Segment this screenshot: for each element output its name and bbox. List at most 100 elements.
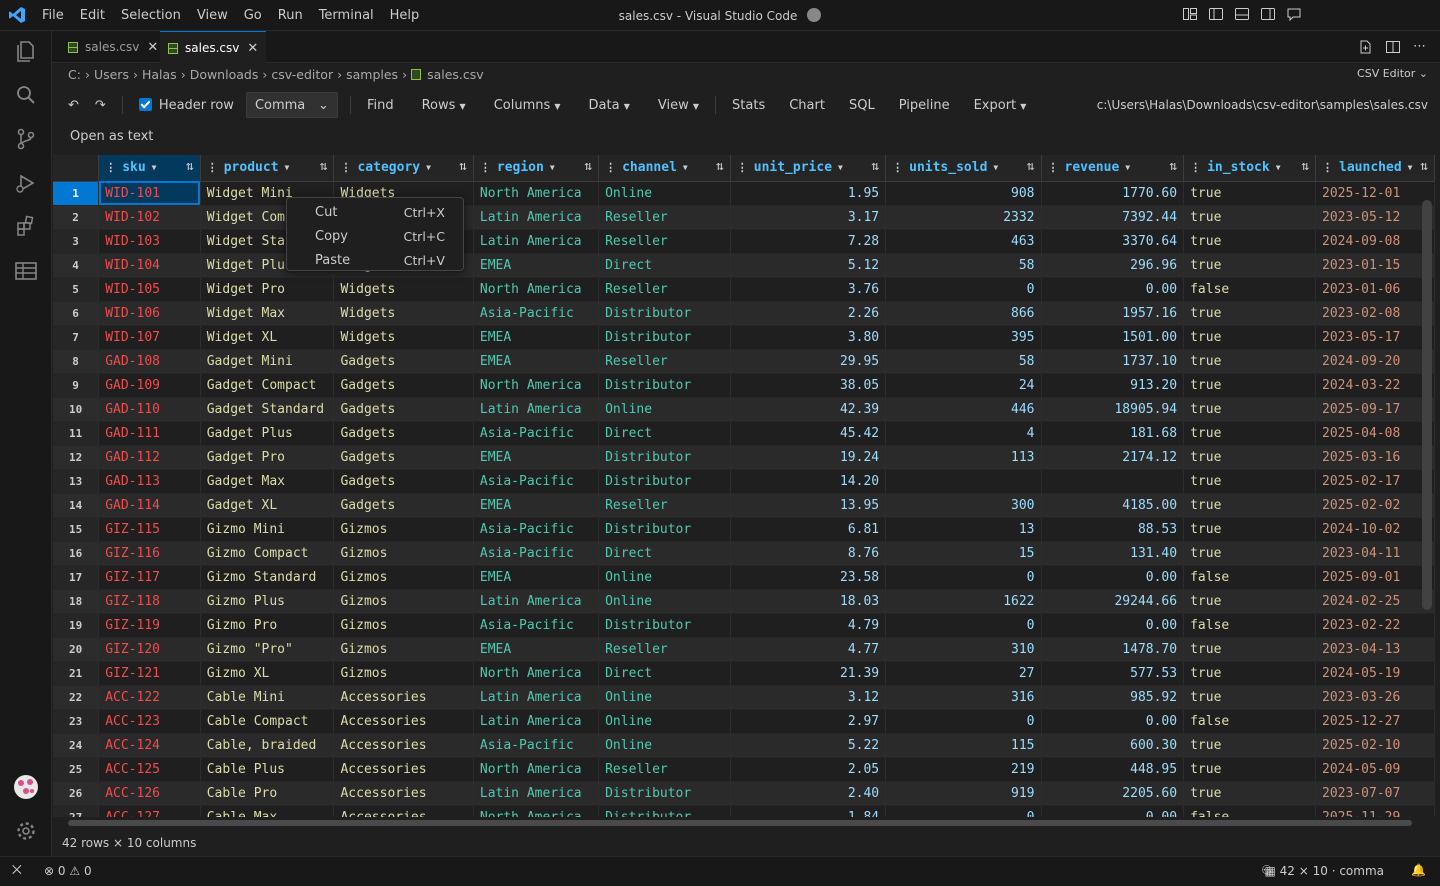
cell-launched[interactable]: 2025-12-01 xyxy=(1315,181,1435,206)
cell-product[interactable]: Gizmo "Pro" xyxy=(200,637,335,662)
cell-launched[interactable]: 2024-05-19 xyxy=(1315,661,1435,686)
cell-category[interactable]: Gizmos xyxy=(333,589,474,614)
cell-launched[interactable]: 2025-02-17 xyxy=(1315,469,1435,494)
menu-selection[interactable]: Selection xyxy=(113,0,189,31)
cell-product[interactable]: Cable, braided xyxy=(200,733,335,758)
cell-sku[interactable]: GIZ-121 xyxy=(98,661,201,686)
cell-unit-price[interactable]: 5.22 xyxy=(730,733,887,758)
cell-sku[interactable]: GIZ-120 xyxy=(98,637,201,662)
split-editor-icon[interactable] xyxy=(1385,39,1401,55)
chart-button[interactable]: Chart xyxy=(781,98,833,113)
row-number[interactable]: 23 xyxy=(53,709,100,734)
cell-units-sold[interactable]: 908 xyxy=(885,181,1042,206)
cell-unit-price[interactable]: 45.42 xyxy=(730,421,887,446)
toggle-primary-sidebar-icon[interactable] xyxy=(1208,6,1224,22)
cell-category[interactable]: Accessories xyxy=(333,757,474,782)
cell-product[interactable]: Gadget XL xyxy=(200,493,335,518)
cell-unit-price[interactable]: 6.81 xyxy=(730,517,887,542)
cell-channel[interactable]: Direct xyxy=(598,661,731,686)
cell-revenue[interactable]: 131.40 xyxy=(1041,541,1185,566)
column-menu-icon[interactable]: ▼ xyxy=(1125,163,1130,172)
cell-launched[interactable]: 2025-09-17 xyxy=(1315,397,1435,422)
cell-channel[interactable]: Distributor xyxy=(598,805,731,817)
rows-menu-button[interactable]: Rows ▼ xyxy=(414,98,474,113)
cell-unit-price[interactable]: 7.28 xyxy=(730,229,887,254)
cell-unit-price[interactable]: 4.77 xyxy=(730,637,887,662)
cell-revenue[interactable]: 600.30 xyxy=(1041,733,1185,758)
cell-in-stock[interactable]: true xyxy=(1183,397,1317,422)
column-header-category[interactable]: ⋮ category ▼ ⇅ xyxy=(333,155,474,182)
open-changes-icon[interactable] xyxy=(1357,39,1373,55)
cell-unit-price[interactable]: 2.26 xyxy=(730,301,887,326)
cell-launched[interactable]: 2024-09-08 xyxy=(1315,229,1435,254)
cell-units-sold[interactable]: 115 xyxy=(885,733,1042,758)
column-menu-icon[interactable]: ▼ xyxy=(426,163,431,172)
column-header-region[interactable]: ⋮ region ▼ ⇅ xyxy=(473,155,600,182)
cell-sku[interactable]: WID-107 xyxy=(98,325,201,350)
cell-revenue[interactable]: 29244.66 xyxy=(1041,589,1185,614)
cell-units-sold[interactable]: 0 xyxy=(885,709,1042,734)
sort-icon[interactable]: ⇅ xyxy=(871,159,879,174)
table-row[interactable]: 19 GIZ-119 Gizmo Pro Gizmos Asia-Pacific Dist… xyxy=(53,613,1435,638)
cell-sku[interactable]: ACC-127 xyxy=(98,805,201,817)
context-menu-cut[interactable]: Cut Ctrl+X xyxy=(287,200,463,224)
row-number[interactable]: 13 xyxy=(53,469,100,494)
cell-in-stock[interactable]: true xyxy=(1183,589,1317,614)
cell-channel[interactable]: Reseller xyxy=(598,493,731,518)
sort-icon[interactable]: ⇅ xyxy=(186,159,194,174)
cell-region[interactable]: North America xyxy=(473,277,600,302)
row-number[interactable]: 5 xyxy=(53,277,100,302)
cell-units-sold[interactable]: 219 xyxy=(885,757,1042,782)
cell-channel[interactable]: Reseller xyxy=(598,637,731,662)
cell-unit-price[interactable]: 19.24 xyxy=(730,445,887,470)
export-menu-button[interactable]: Export ▼ xyxy=(966,98,1035,113)
cell-sku[interactable]: GAD-108 xyxy=(98,349,201,374)
table-row[interactable]: 22 ACC-122 Cable Mini Accessories Latin Amer… xyxy=(53,685,1435,710)
cell-launched[interactable]: 2023-02-08 xyxy=(1315,301,1435,326)
menu-view[interactable]: View xyxy=(189,0,236,31)
cell-revenue[interactable]: 0.00 xyxy=(1041,613,1185,638)
cell-sku[interactable]: WID-105 xyxy=(98,277,201,302)
cell-units-sold[interactable]: 866 xyxy=(885,301,1042,326)
sort-icon[interactable]: ⇅ xyxy=(1420,159,1428,174)
cell-revenue[interactable]: 18905.94 xyxy=(1041,397,1185,422)
cell-channel[interactable]: Distributor xyxy=(598,325,731,350)
table-row[interactable]: 15 GIZ-115 Gizmo Mini Gizmos Asia-Pacific Dis… xyxy=(53,517,1435,542)
cell-sku[interactable]: GIZ-118 xyxy=(98,589,201,614)
table-row[interactable]: 21 GIZ-121 Gizmo XL Gizmos North America Dire… xyxy=(53,661,1435,686)
cell-units-sold[interactable]: 300 xyxy=(885,493,1042,518)
cell-product[interactable]: Gadget Pro xyxy=(200,445,335,470)
breadcrumb-item[interactable]: Users xyxy=(94,67,129,82)
row-number[interactable]: 7 xyxy=(53,325,100,350)
cell-sku[interactable]: WID-102 xyxy=(98,205,201,230)
cell-in-stock[interactable]: false xyxy=(1183,709,1317,734)
row-number[interactable]: 10 xyxy=(53,397,100,422)
cell-region[interactable]: Latin America xyxy=(473,397,600,422)
table-row[interactable]: 18 GIZ-118 Gizmo Plus Gizmos Latin America On… xyxy=(53,589,1435,614)
cell-channel[interactable]: Distributor xyxy=(598,469,731,494)
sort-icon[interactable]: ⇅ xyxy=(459,159,467,174)
cell-launched[interactable]: 2023-07-07 xyxy=(1315,781,1435,806)
view-menu-button[interactable]: View ▼ xyxy=(650,98,707,113)
cell-units-sold[interactable]: 0 xyxy=(885,805,1042,817)
drag-handle-icon[interactable]: ⋮ xyxy=(480,161,491,174)
menu-run[interactable]: Run xyxy=(270,0,311,31)
cell-channel[interactable]: Distributor xyxy=(598,373,731,398)
cell-region[interactable]: Asia-Pacific xyxy=(473,517,600,542)
cell-unit-price[interactable]: 29.95 xyxy=(730,349,887,374)
cell-category[interactable]: Gadgets xyxy=(333,469,474,494)
sort-icon[interactable]: ⇅ xyxy=(1027,159,1035,174)
column-menu-icon[interactable]: ▼ xyxy=(993,163,998,172)
cell-revenue[interactable]: 0.00 xyxy=(1041,709,1185,734)
cell-region[interactable]: North America xyxy=(473,757,600,782)
cell-channel[interactable]: Reseller xyxy=(598,229,731,254)
cell-revenue[interactable]: 985.92 xyxy=(1041,685,1185,710)
row-number[interactable]: 16 xyxy=(53,541,100,566)
cell-in-stock[interactable]: true xyxy=(1183,685,1317,710)
cell-region[interactable]: Asia-Pacific xyxy=(473,613,600,638)
cell-sku[interactable]: WID-106 xyxy=(98,301,201,326)
cell-launched[interactable]: 2025-02-02 xyxy=(1315,493,1435,518)
cell-in-stock[interactable]: true xyxy=(1183,469,1317,494)
cell-in-stock[interactable]: true xyxy=(1183,373,1317,398)
cell-channel[interactable]: Distributor xyxy=(598,517,731,542)
